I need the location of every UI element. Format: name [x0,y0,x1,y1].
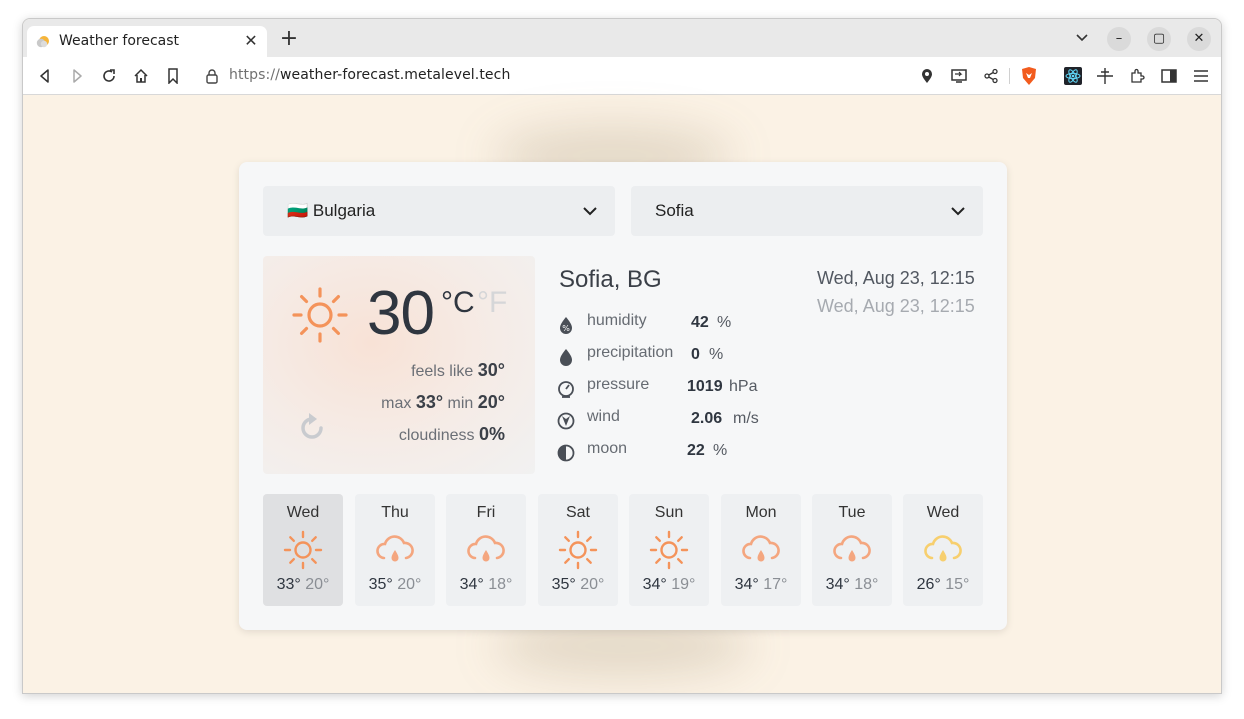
forecast-temps: 35° 20° [368,576,422,593]
forecast-day[interactable]: Thu 35° 20° [355,494,435,606]
feels-like-line: feels like 30° [411,360,505,380]
city-select[interactable]: Sofia [631,186,983,236]
country-select-value: 🇧🇬 Bulgaria [287,201,376,220]
date-secondary: Wed, Aug 23, 12:15 [817,296,975,316]
share-icon[interactable] [981,66,1001,86]
country-select[interactable]: 🇧🇬 Bulgaria [263,186,615,236]
forecast-day-name: Thu [381,504,409,521]
forecast-day-name: Wed [926,504,960,521]
sidebar-icon[interactable] [1159,66,1179,86]
current-temperature: 30 [367,279,435,348]
gauge-icon [558,381,574,398]
sun-icon [649,530,689,570]
forecast-day[interactable]: Mon 34° 17° [721,494,801,606]
cloud-rain-icon [924,535,962,562]
menu-icon[interactable] [1191,66,1211,86]
reload-icon[interactable] [99,66,119,86]
wind-direction-icon [557,412,575,430]
detail-precipitation: precipitation 0 % [557,344,777,368]
current-weather-panel: 30 °C °F feels like 30° max 33° min 20° … [263,256,535,474]
sun-icon [283,530,323,570]
forecast-temps: 33° 20° [276,576,330,593]
forecast-day[interactable]: Sun 34° 19° [629,494,709,606]
max-value: 33° [415,392,444,412]
cloud-rain-icon [376,535,414,562]
page-content: 🇧🇬 Bulgaria Sofia 30 °C °F feels like 30… [23,96,1221,693]
cloud-rain-icon [467,535,505,562]
forecast-day-name: Tue [838,504,866,521]
location-title: Sofia, BG [559,266,662,293]
detail-wind: wind 2.06 m/s [557,408,777,432]
forecast-day[interactable]: Tue 34° 18° [812,494,892,606]
sun-icon [558,530,598,570]
feels-like-value: 30° [477,360,505,380]
tab-weather-forecast[interactable]: Weather forecast ✕ [27,26,267,57]
forecast-day[interactable]: Wed 33° 20° [263,494,343,606]
forecast-temps: 34° 18° [825,576,879,593]
move-icon[interactable] [1095,66,1115,86]
maximize-button[interactable]: ▢ [1147,27,1171,51]
new-tab-button[interactable]: + [277,27,301,51]
forecast-day[interactable]: Fri 34° 18° [446,494,526,606]
minimize-button[interactable]: – [1107,27,1131,51]
forecast-day-name: Wed [286,504,320,521]
chevron-down-icon [583,207,597,216]
weather-card: 🇧🇬 Bulgaria Sofia 30 °C °F feels like 30… [239,162,1007,630]
drop-icon [560,349,572,366]
forecast-day-name: Mon [745,504,777,521]
min-value: 20° [477,392,505,412]
chevron-down-icon [951,207,965,216]
forecast-day[interactable]: Wed 26° 15° [903,494,983,606]
tab-list-chevron-icon[interactable] [1073,29,1091,47]
refresh-icon[interactable] [297,410,329,444]
detail-humidity: % humidity 42 % [557,312,777,336]
forecast-day-name: Sat [565,504,590,521]
detail-pressure: pressure 1019 hPa [557,376,777,400]
weather-favicon-icon [36,36,49,48]
svg-text:%: % [562,324,570,333]
forecast-temps: 34° 18° [459,576,513,593]
react-devtools-icon[interactable] [1063,66,1083,86]
tab-bar: Weather forecast ✕ + – ▢ ✕ [23,19,1221,57]
forward-icon[interactable] [67,66,87,86]
unit-fahrenheit-toggle[interactable]: °F [477,286,507,320]
cloudiness-line: cloudiness 0% [398,424,505,444]
cloudiness-value: 0% [478,424,505,444]
forecast-day-name: Sun [654,504,684,521]
date-primary: Wed, Aug 23, 12:15 [817,268,975,288]
forecast-day-name: Fri [476,504,496,521]
location-icon[interactable] [917,66,937,86]
browser-window: Weather forecast ✕ + – ▢ ✕ https://weath… [22,18,1222,694]
cloud-rain-icon [833,535,871,562]
detail-moon: moon 22 % [557,440,777,464]
url-text: https://weather-forecast.metalevel.tech [229,67,511,83]
close-window-button[interactable]: ✕ [1187,27,1211,51]
navigation-bar: https://weather-forecast.metalevel.tech [23,57,1221,95]
forecast-temps: 34° 19° [642,576,696,593]
forecast-temps: 34° 17° [734,576,788,593]
tab-close-icon[interactable]: ✕ [241,30,261,52]
back-icon[interactable] [35,66,55,86]
cast-icon[interactable] [949,66,969,86]
humidity-icon: % [560,317,572,334]
toolbar-divider [1009,68,1010,84]
brave-shield-icon[interactable] [1019,66,1039,86]
sun-icon [292,287,348,343]
forecast-day[interactable]: Sat 35° 20° [538,494,618,606]
forecast-temps: 35° 20° [551,576,605,593]
extensions-icon[interactable] [1127,66,1147,86]
max-min-line: max 33° min 20° [381,392,505,412]
unit-celsius-toggle[interactable]: °C [441,286,475,320]
tab-title: Weather forecast [59,33,180,49]
bookmark-icon[interactable] [163,66,183,86]
cloud-rain-icon [742,535,780,562]
home-icon[interactable] [131,66,151,86]
forecast-temps: 26° 15° [916,576,970,593]
lock-icon [206,69,218,84]
moon-icon [557,444,575,462]
city-select-value: Sofia [655,201,694,220]
